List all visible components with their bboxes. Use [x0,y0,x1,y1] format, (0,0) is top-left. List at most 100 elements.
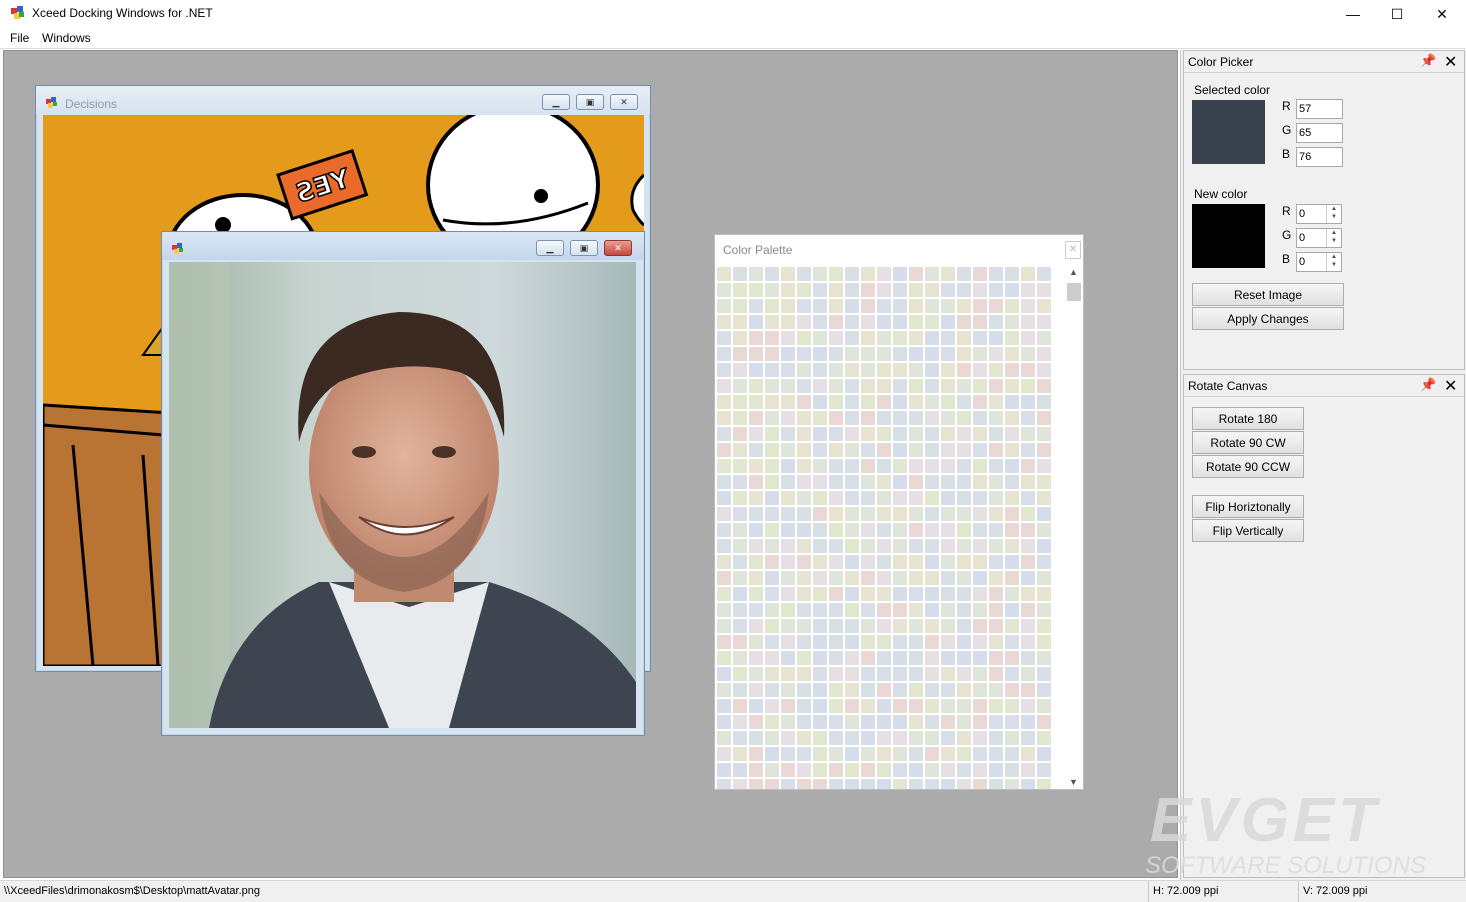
color-swatch[interactable] [765,331,779,345]
color-swatch-grid[interactable] [717,267,1053,789]
color-swatch[interactable] [749,715,763,729]
color-swatch[interactable] [957,491,971,505]
color-swatch[interactable] [909,747,923,761]
color-swatch[interactable] [781,299,795,313]
color-swatch[interactable] [813,747,827,761]
color-swatch[interactable] [957,715,971,729]
color-swatch[interactable] [829,635,843,649]
color-swatch[interactable] [973,683,987,697]
color-swatch[interactable] [973,763,987,777]
color-swatch[interactable] [1005,443,1019,457]
color-swatch[interactable] [941,587,955,601]
color-swatch[interactable] [957,603,971,617]
color-swatch[interactable] [829,411,843,425]
color-swatch[interactable] [1021,619,1035,633]
selected-g-input[interactable]: 65 [1296,123,1343,143]
color-swatch[interactable] [909,347,923,361]
vertical-scrollbar[interactable]: ▲ ▼ [1066,267,1082,789]
color-swatch[interactable] [829,283,843,297]
color-swatch[interactable] [861,715,875,729]
color-swatch[interactable] [941,283,955,297]
color-swatch[interactable] [861,699,875,713]
color-swatch[interactable] [861,459,875,473]
color-swatch[interactable] [797,779,811,789]
color-swatch[interactable] [957,475,971,489]
color-swatch[interactable] [941,731,955,745]
color-swatch[interactable] [925,427,939,441]
color-swatch[interactable] [1005,395,1019,409]
color-swatch[interactable] [797,747,811,761]
color-swatch[interactable] [829,731,843,745]
color-swatch[interactable] [957,427,971,441]
color-swatch[interactable] [813,779,827,789]
color-swatch[interactable] [733,267,747,281]
color-swatch[interactable] [1005,363,1019,377]
color-swatch[interactable] [845,443,859,457]
pin-icon[interactable]: 📌 [1420,377,1436,393]
color-swatch[interactable] [989,267,1003,281]
color-swatch[interactable] [957,779,971,789]
color-swatch[interactable] [1005,331,1019,345]
color-swatch[interactable] [893,747,907,761]
color-swatch[interactable] [1021,747,1035,761]
color-swatch[interactable] [941,315,955,329]
color-swatch[interactable] [765,619,779,633]
color-swatch[interactable] [1021,491,1035,505]
color-swatch[interactable] [893,555,907,569]
color-swatch[interactable] [893,619,907,633]
color-swatch[interactable] [733,331,747,345]
color-swatch[interactable] [989,779,1003,789]
color-swatch[interactable] [861,411,875,425]
color-swatch[interactable] [989,411,1003,425]
color-swatch[interactable] [1021,475,1035,489]
color-swatch[interactable] [893,411,907,425]
color-swatch[interactable] [797,651,811,665]
color-swatch[interactable] [845,635,859,649]
color-swatch[interactable] [797,267,811,281]
color-swatch[interactable] [1021,379,1035,393]
color-swatch[interactable] [797,315,811,329]
reset-image-button[interactable]: Reset Image [1192,283,1344,306]
color-swatch[interactable] [845,475,859,489]
apply-changes-button[interactable]: Apply Changes [1192,307,1344,330]
color-swatch[interactable] [717,603,731,617]
color-swatch[interactable] [781,539,795,553]
color-swatch[interactable] [877,667,891,681]
color-swatch[interactable] [925,491,939,505]
color-swatch[interactable] [973,635,987,649]
color-swatch[interactable] [1021,315,1035,329]
color-swatch[interactable] [781,603,795,617]
color-swatch[interactable] [925,763,939,777]
color-swatch[interactable] [877,587,891,601]
color-swatch[interactable] [749,747,763,761]
color-swatch[interactable] [909,491,923,505]
color-swatch[interactable] [845,683,859,697]
color-swatch[interactable] [925,283,939,297]
color-swatch[interactable] [781,363,795,377]
color-swatch[interactable] [781,379,795,393]
color-swatch[interactable] [733,683,747,697]
avatar-window[interactable]: ▁ ▣ ✕ [161,231,645,736]
color-swatch[interactable] [717,491,731,505]
color-swatch[interactable] [1037,411,1051,425]
color-swatch[interactable] [733,539,747,553]
color-swatch[interactable] [765,779,779,789]
color-swatch[interactable] [861,571,875,585]
color-swatch[interactable] [1037,507,1051,521]
decisions-maximize-button[interactable]: ▣ [576,94,604,110]
color-swatch[interactable] [925,331,939,345]
color-swatch[interactable] [717,667,731,681]
color-swatch[interactable] [1005,411,1019,425]
color-swatch[interactable] [733,491,747,505]
color-swatch[interactable] [861,587,875,601]
color-swatch[interactable] [973,363,987,377]
color-swatch[interactable] [813,683,827,697]
color-swatch[interactable] [813,427,827,441]
color-swatch[interactable] [1005,491,1019,505]
color-swatch[interactable] [765,603,779,617]
color-swatch[interactable] [957,699,971,713]
color-swatch[interactable] [749,587,763,601]
color-swatch[interactable] [1021,411,1035,425]
color-swatch[interactable] [733,587,747,601]
color-picker-header[interactable]: Color Picker 📌 ✕ [1184,51,1464,73]
